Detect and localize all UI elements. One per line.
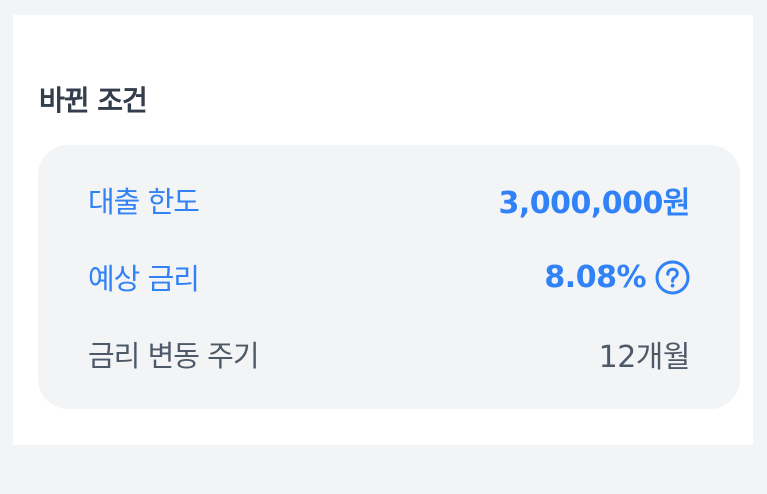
changed-conditions-card: 바뀐 조건 대출 한도 3,000,000원 예상 금리 8.08% 금리 변동… — [13, 15, 753, 445]
expected-rate-value-group: 8.08% — [544, 260, 690, 295]
expected-rate-label: 예상 금리 — [88, 262, 200, 296]
condition-row-rate-change-period: 금리 변동 주기 12개월 — [88, 332, 691, 376]
loan-limit-value: 3,000,000원 — [498, 186, 690, 221]
condition-row-expected-rate: 예상 금리 8.08% — [88, 255, 690, 299]
rate-change-period-label: 금리 변동 주기 — [88, 339, 260, 373]
loan-limit-label: 대출 한도 — [88, 185, 200, 219]
conditions-box: 대출 한도 3,000,000원 예상 금리 8.08% 금리 변동 주기 12… — [38, 145, 740, 409]
question-circle-icon[interactable] — [655, 260, 690, 295]
section-title: 바뀐 조건 — [39, 84, 148, 117]
expected-rate-value: 8.08% — [544, 259, 646, 295]
condition-row-loan-limit: 대출 한도 3,000,000원 — [88, 178, 690, 222]
rate-change-period-value: 12개월 — [598, 340, 691, 375]
